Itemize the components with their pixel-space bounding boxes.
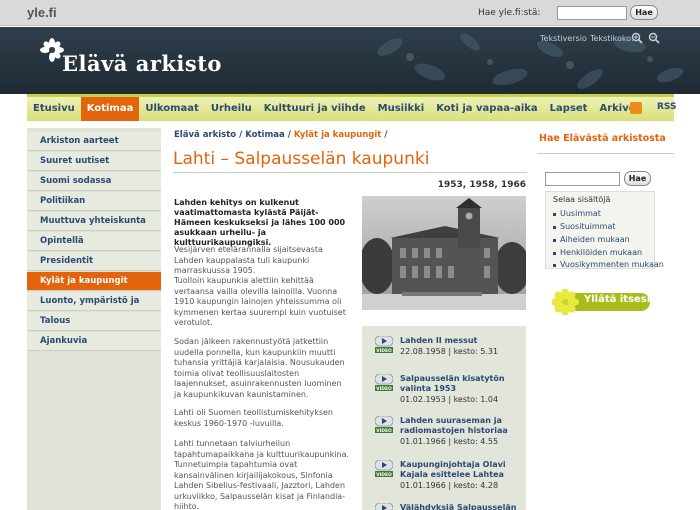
breadcrumb-item-elava-arkisto[interactable]: Elävä arkisto — [174, 130, 236, 140]
svg-text:VIDEO: VIDEO — [376, 348, 392, 354]
video-clip-title[interactable]: Kaupunginjohtaja Olavi Kajala esittelee … — [400, 460, 524, 480]
top-search-button[interactable]: Hae — [630, 5, 658, 20]
article-paragraph: Vesijärven etelärannalla sijaitsevasta L… — [174, 245, 323, 275]
article-lead: Lahden kehitys on kulkenut vaatimattomas… — [174, 198, 346, 247]
top-search-label: Hae yle.fi:stä: — [478, 8, 541, 18]
nav-item-kotimaa[interactable]: Kotimaa — [80, 97, 140, 121]
rss-link[interactable]: RSS — [657, 102, 677, 112]
right-divider — [537, 153, 674, 154]
archive-search-title: Hae Elävästä arkistosta — [539, 133, 666, 144]
video-clip-meta: 01.02.1953 | kesto: 1.04 — [400, 395, 499, 404]
sidebar-item-kylät-ja-kaupungit[interactable]: Kylät ja kaupungit — [27, 272, 161, 291]
sidebar-item-muuttuva-yhteiskunta[interactable]: Muuttuva yhteiskunta — [27, 212, 161, 231]
top-search-input[interactable] — [557, 6, 627, 20]
video-play-icon[interactable]: VIDEO — [375, 460, 393, 478]
video-clip-title[interactable]: Lahden II messut — [400, 336, 524, 346]
browse-item-vuosikymmenten-mukaan[interactable]: Vuosikymmenten mukaan — [560, 260, 664, 269]
article-paragraph: Lahti oli Suomen teollistumiskehityksen … — [174, 408, 333, 428]
article-years: 1953, 1958, 1966 — [437, 180, 526, 190]
breadcrumb-current[interactable]: Kylät ja kaupungit — [294, 130, 382, 140]
browse-item-aiheiden-mukaan[interactable]: Aiheiden mukaan — [560, 235, 630, 244]
top-bar: yle.fi Hae yle.fi:stä: Hae — [0, 0, 700, 26]
video-clip-meta: 01.01.1966 | kesto: 4.28 — [400, 481, 499, 490]
sidebar-item-suuret-uutiset[interactable]: Suuret uutiset — [27, 152, 161, 171]
svg-text:VIDEO: VIDEO — [376, 472, 392, 478]
article-paragraph: Lahti tunnetaan talviurheilun tapahtumap… — [174, 439, 350, 510]
sidebar-item-ajankuvia[interactable]: Ajankuvia — [27, 332, 161, 351]
video-play-icon[interactable]: VIDEO — [375, 503, 393, 510]
browse-item-henkilöiden-mukaan[interactable]: Henkilöiden mukaan — [560, 248, 642, 257]
article-paragraph: Tuolloin kaupunkia alettiin kehittää ver… — [174, 276, 346, 327]
bullet-icon — [553, 213, 556, 216]
sidebar-item-arkiston-aarteet[interactable]: Arkiston aarteet — [27, 132, 161, 151]
text-size-label: Tekstikoko: — [590, 34, 634, 43]
banner: Elävä arkisto Tekstiversio Tekstikoko: — [0, 27, 700, 94]
page-title: Lahti – Salpausselän kaupunki — [173, 149, 430, 169]
city-hall-photo-illustration — [362, 196, 526, 310]
video-clip-title[interactable]: Lahden suuraseman ja radiomastojen histo… — [400, 416, 524, 436]
breadcrumb: Elävä arkisto / Kotimaa / Kylät ja kaupu… — [174, 130, 388, 140]
video-clip-title[interactable]: Salpausselän kisatytön valinta 1953 — [400, 374, 524, 394]
video-play-icon[interactable]: VIDEO — [375, 336, 393, 354]
flower-logo-icon — [40, 38, 64, 62]
rss-icon[interactable] — [630, 102, 642, 114]
zoom-out-icon[interactable] — [648, 32, 660, 44]
browse-label: Selaa sisältöjä — [553, 195, 611, 204]
browse-item-uusimmat[interactable]: Uusimmat — [560, 209, 601, 218]
sidebar-item-presidentit[interactable]: Presidentit — [27, 252, 161, 271]
archive-search-button[interactable]: Hae — [624, 171, 651, 186]
sidebar-item-luonto-ympäristö-ja-eläimet[interactable]: Luonto, ympäristö ja eläimet — [27, 292, 161, 325]
sidebar: Arkiston aarteet Suuret uutiset Suomi soda… — [27, 128, 161, 510]
bullet-icon — [553, 252, 556, 255]
yle-logo[interactable]: yle.fi — [27, 5, 57, 20]
text-version-link[interactable]: Tekstiversio — [540, 34, 587, 43]
sidebar-item-talous[interactable]: Talous — [27, 312, 161, 331]
svg-text:VIDEO: VIDEO — [376, 428, 392, 434]
video-clip-title[interactable]: Välähdyksiä Salpausselän — [400, 503, 524, 510]
sidebar-item-politiikan-vuosikymmenet[interactable]: Politiikan vuosikymmenet — [27, 192, 161, 225]
main-nav: Etusivu Kotimaa Ulkomaat Urheilu Kulttuuri j… — [27, 94, 677, 121]
site-title[interactable]: Elävä arkisto — [62, 51, 222, 76]
nav-item-kulttuuri-ja-viihde[interactable]: Kulttuuri ja viihde — [258, 97, 372, 121]
video-play-icon[interactable]: VIDEO — [375, 374, 393, 392]
video-play-icon[interactable]: VIDEO — [375, 416, 393, 434]
sidebar-item-opintellä[interactable]: Opintellä — [27, 232, 161, 251]
nav-item-etusivu[interactable]: Etusivu — [27, 97, 81, 121]
title-divider — [173, 172, 527, 173]
nav-item-ulkomaat[interactable]: Ulkomaat — [139, 97, 205, 121]
bullet-icon — [553, 239, 556, 242]
nav-item-koti-ja-vapaa-aika[interactable]: Koti ja vapaa-aika — [430, 97, 543, 121]
surprise-yourself-label: Yllätä itsesi — [584, 294, 651, 305]
zoom-in-icon[interactable] — [631, 32, 643, 44]
nav-item-musiikki[interactable]: Musiikki — [372, 97, 431, 121]
nav-item-lapset[interactable]: Lapset — [544, 97, 594, 121]
nav-item-urheilu[interactable]: Urheilu — [205, 97, 258, 121]
svg-text:VIDEO: VIDEO — [376, 386, 392, 392]
sidebar-item-suomi-sodassa[interactable]: Suomi sodassa — [27, 172, 161, 191]
breadcrumb-item-kotimaa[interactable]: Kotimaa — [245, 130, 285, 140]
video-clip-meta: 01.01.1966 | kesto: 4.55 — [400, 437, 499, 446]
article-photo[interactable] — [362, 196, 526, 310]
browse-item-suosituimmat[interactable]: Suosituimmat — [560, 222, 616, 231]
bullet-icon — [553, 226, 556, 229]
bullet-icon — [553, 264, 556, 267]
article-paragraph: Sodan jälkeen rakennustyötä jatkettiin u… — [174, 337, 345, 399]
video-clip-meta: 22.08.1958 | kesto: 5.31 — [400, 347, 499, 356]
main-nav-items: Etusivu Kotimaa Ulkomaat Urheilu Kulttuuri j… — [27, 97, 646, 121]
archive-search-input[interactable] — [545, 172, 620, 186]
